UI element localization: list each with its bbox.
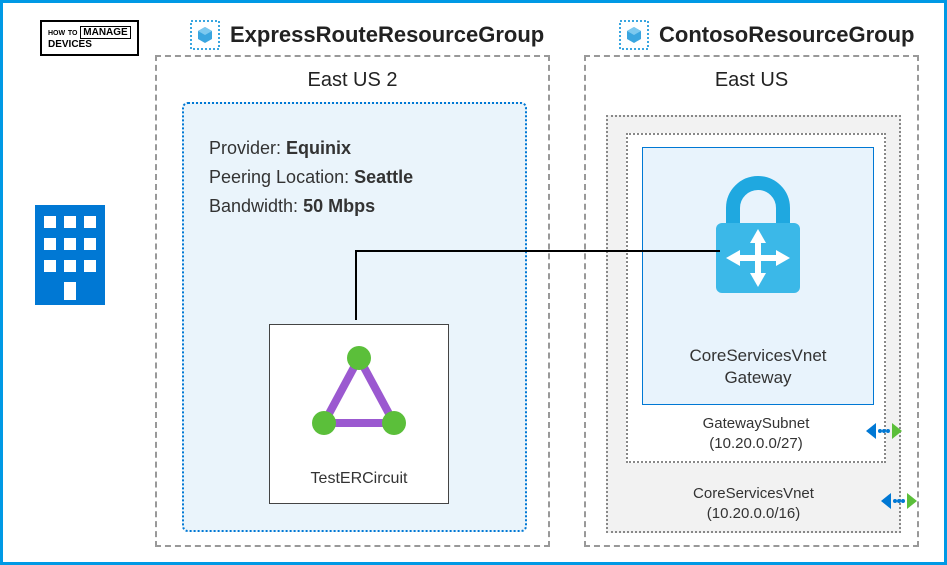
vnet-peering-icon [881,491,917,511]
peering-label: Peering Location: [209,167,349,187]
gateway-name-line1: CoreServicesVnet [689,346,826,365]
vnet-cidr: (10.20.0.0/16) [707,505,800,522]
provider-label: Provider: [209,138,281,158]
resource-group-icon [190,20,220,50]
left-region-label: East US 2 [307,69,397,92]
logo-how: HOW [48,30,65,37]
right-rg-title: ContosoResourceGroup [659,22,914,48]
vnet-label-group: CoreServicesVnet (10.20.0.0/16) [693,484,814,523]
subnet-label-group: GatewaySubnet (10.20.0.0/27) [703,414,810,453]
left-resource-group: East US 2 Provider: Equinix Peering Loca… [155,55,550,547]
subnet-cidr: (10.20.0.0/27) [709,435,802,452]
logo-devices: DEVICES [48,39,92,50]
gateway-name-line2: Gateway [724,368,791,387]
building-icon [30,200,110,310]
bandwidth-label: Bandwidth: [209,196,298,216]
left-rg-header: ExpressRouteResourceGroup [190,20,544,50]
subnet-name: GatewaySubnet [703,415,810,432]
right-resource-group: East US CoreServicesVnet Gateway [584,55,919,547]
expressroute-icon [304,343,414,443]
circuit-name-label: TestERCircuit [311,470,408,488]
vpn-gateway-icon [698,173,818,303]
logo-to: TO [68,30,78,37]
gateway-box: CoreServicesVnet Gateway [642,147,874,405]
subnet-box: CoreServicesVnet Gateway GatewaySubnet (… [626,133,886,463]
vnet-name: CoreServicesVnet [693,485,814,502]
conn-line-vertical [355,252,357,320]
logo-manage: MANAGE [80,26,130,39]
expressroute-circuit: TestERCircuit [269,324,449,504]
right-rg-header: ContosoResourceGroup [619,20,914,50]
circuit-properties: Provider: Equinix Peering Location: Seat… [209,134,413,220]
conn-line-horizontal [355,250,720,252]
resource-group-icon [619,20,649,50]
gateway-name-label: CoreServicesVnet Gateway [689,345,826,389]
vnet-box: CoreServicesVnet Gateway GatewaySubnet (… [606,115,901,533]
vnet-peering-icon [866,421,902,441]
bandwidth-value: 50 Mbps [303,196,375,216]
brand-logo: HOW TO MANAGE DEVICES [40,20,139,56]
provider-value: Equinix [286,138,351,158]
peering-value: Seattle [354,167,413,187]
right-region-label: East US [715,69,788,92]
left-rg-title: ExpressRouteResourceGroup [230,22,544,48]
